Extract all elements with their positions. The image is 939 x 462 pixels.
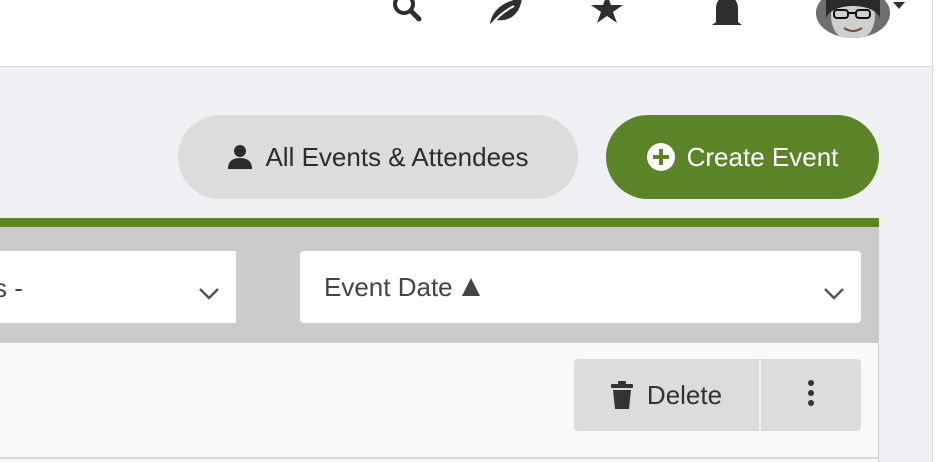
chevron-down-icon	[198, 277, 220, 308]
create-event-label: Create Event	[686, 141, 839, 172]
more-actions-button[interactable]	[761, 359, 861, 431]
sort-select[interactable]: Event Date	[300, 251, 861, 323]
trash-icon	[610, 381, 633, 409]
filter-select-value: s -	[0, 273, 23, 303]
divider	[0, 457, 879, 459]
chevron-down-icon[interactable]	[893, 2, 905, 9]
bulk-actions-group: Delete	[574, 359, 861, 431]
all-events-attendees-button[interactable]: All Events & Attendees	[178, 115, 578, 199]
all-events-label: All Events & Attendees	[265, 141, 529, 172]
avatar[interactable]	[816, 0, 890, 38]
more-vertical-icon	[807, 379, 815, 411]
filter-select[interactable]: s -	[0, 251, 236, 323]
chevron-down-icon	[823, 277, 845, 308]
sort-select-value: Event Date	[324, 271, 453, 302]
scrollbar[interactable]	[932, 0, 939, 462]
sort-ascending-icon	[461, 277, 481, 297]
delete-label: Delete	[646, 379, 723, 410]
bell-icon[interactable]	[710, 0, 744, 33]
create-event-button[interactable]: Create Event	[606, 115, 879, 199]
search-icon[interactable]	[390, 0, 424, 27]
plus-circle-icon	[646, 143, 675, 171]
delete-button[interactable]: Delete	[574, 359, 761, 431]
leaf-icon[interactable]	[488, 0, 524, 31]
top-navbar	[0, 0, 939, 67]
user-icon	[227, 144, 253, 170]
accent-divider	[0, 218, 879, 227]
star-icon[interactable]	[590, 0, 624, 29]
